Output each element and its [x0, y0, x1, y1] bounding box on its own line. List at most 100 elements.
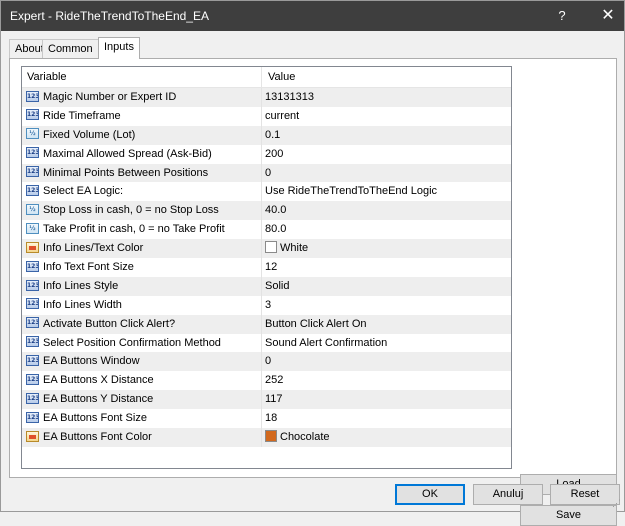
table-row[interactable]: 123 Info Lines Style Solid — [22, 276, 511, 296]
table-row[interactable]: ½ Fixed Volume (Lot) 0.1 — [22, 125, 511, 145]
value-text[interactable]: Chocolate — [280, 431, 330, 443]
value-cell[interactable]: 18 — [265, 409, 277, 428]
resize-grip-icon[interactable]: ⋰ — [611, 498, 621, 508]
variable-name: Ride Timeframe — [43, 109, 121, 122]
value-text[interactable]: 12 — [265, 261, 277, 273]
value-cell[interactable]: current — [265, 107, 299, 126]
double-icon: ½ — [26, 222, 39, 234]
column-header-variable[interactable]: Variable — [27, 71, 67, 83]
variable-cell: Info Lines/Text Color — [26, 239, 260, 258]
variable-name: Take Profit in cash, 0 = no Take Profit — [43, 223, 225, 236]
value-text[interactable]: current — [265, 110, 299, 122]
table-row[interactable]: EA Buttons Font Color Chocolate — [22, 428, 511, 447]
column-divider — [261, 314, 262, 334]
variable-cell: 123 Info Text Font Size — [26, 258, 260, 277]
variable-cell: 123 Select Position Confirmation Method — [26, 334, 260, 353]
value-cell[interactable]: Button Click Alert On — [265, 315, 367, 334]
variable-cell: 123 EA Buttons Window — [26, 352, 260, 371]
table-row[interactable]: 123 EA Buttons Window 0 — [22, 352, 511, 372]
value-cell[interactable]: 40.0 — [265, 201, 286, 220]
variable-name: Fixed Volume (Lot) — [43, 128, 136, 141]
variable-name: Maximal Allowed Spread (Ask-Bid) — [43, 147, 212, 160]
value-text[interactable]: 3 — [265, 299, 271, 311]
reset-button[interactable]: Reset — [550, 484, 620, 505]
table-row[interactable]: Info Lines/Text Color White — [22, 239, 511, 259]
value-cell[interactable]: 200 — [265, 145, 283, 164]
column-header-value[interactable]: Value — [268, 71, 295, 83]
column-divider — [261, 258, 262, 277]
value-text[interactable]: 0.1 — [265, 129, 280, 141]
table-row[interactable]: 123 Info Lines Width 3 — [22, 295, 511, 315]
table-row[interactable]: 123 Select Position Confirmation Method So… — [22, 333, 511, 353]
value-cell[interactable]: 0 — [265, 164, 271, 183]
cancel-button[interactable]: Anuluj — [473, 484, 543, 505]
value-cell[interactable]: White — [265, 239, 308, 258]
value-cell[interactable]: 12 — [265, 258, 277, 277]
title-bar[interactable]: Expert - RideTheTrendToTheEnd_EA ? ✕ — [1, 1, 624, 31]
value-cell[interactable]: 117 — [265, 390, 283, 409]
value-cell[interactable]: Sound Alert Confirmation — [265, 334, 387, 353]
table-row[interactable]: 123 Magic Number or Expert ID 13131313 — [22, 88, 511, 107]
value-cell[interactable]: 13131313 — [265, 88, 314, 107]
value-cell[interactable]: 0 — [265, 352, 271, 371]
column-divider — [261, 352, 262, 372]
column-divider — [261, 428, 262, 447]
value-text[interactable]: 117 — [265, 393, 283, 405]
variable-cell: 123 Minimal Points Between Positions — [26, 164, 260, 183]
value-text[interactable]: Sound Alert Confirmation — [265, 337, 387, 349]
int-icon: 123 — [26, 317, 39, 329]
value-text[interactable]: 40.0 — [265, 204, 286, 216]
variable-name: Select EA Logic: — [43, 185, 124, 198]
value-cell[interactable]: 252 — [265, 371, 283, 390]
value-text[interactable]: 80.0 — [265, 223, 286, 235]
table-row[interactable]: 123 Info Text Font Size 12 — [22, 258, 511, 277]
variable-cell: ½ Stop Loss in cash, 0 = no Stop Loss — [26, 201, 260, 220]
value-text[interactable]: 0 — [265, 355, 271, 367]
help-button[interactable]: ? — [539, 1, 585, 31]
expert-properties-dialog: Expert - RideTheTrendToTheEnd_EA ? ✕ Abo… — [0, 0, 625, 526]
column-divider — [261, 239, 262, 259]
value-cell[interactable]: 3 — [265, 296, 271, 315]
value-text[interactable]: Button Click Alert On — [265, 318, 367, 330]
variable-name: EA Buttons Font Size — [43, 412, 147, 425]
column-divider — [261, 409, 262, 429]
tab-inputs[interactable]: Inputs — [98, 37, 140, 59]
value-text[interactable]: Use RideTheTrendToTheEnd Logic — [265, 185, 437, 197]
value-cell[interactable]: Chocolate — [265, 428, 330, 447]
table-row[interactable]: 123 Activate Button Click Alert? Button Cl… — [22, 314, 511, 334]
table-row[interactable]: 123 Ride Timeframe current — [22, 106, 511, 126]
table-row[interactable]: ½ Stop Loss in cash, 0 = no Stop Loss 40.0 — [22, 201, 511, 221]
value-text[interactable]: 18 — [265, 412, 277, 424]
int-icon: 123 — [26, 90, 39, 102]
value-text[interactable]: 252 — [265, 374, 283, 386]
table-row[interactable]: ½ Take Profit in cash, 0 = no Take Profit… — [22, 220, 511, 240]
color-swatch[interactable] — [265, 430, 277, 443]
color-swatch[interactable] — [265, 241, 277, 254]
column-divider[interactable] — [261, 67, 262, 88]
column-divider — [261, 144, 262, 164]
int-icon: 123 — [26, 166, 39, 178]
value-text[interactable]: 13131313 — [265, 91, 314, 103]
column-divider — [261, 333, 262, 353]
value-cell[interactable]: Use RideTheTrendToTheEnd Logic — [265, 182, 437, 201]
table-row[interactable]: 123 Minimal Points Between Positions 0 — [22, 163, 511, 183]
color-icon — [26, 241, 39, 253]
value-text[interactable]: 200 — [265, 148, 283, 160]
close-button[interactable]: ✕ — [585, 1, 625, 31]
table-row[interactable]: 123 EA Buttons Font Size 18 — [22, 409, 511, 429]
table-row[interactable]: 123 Maximal Allowed Spread (Ask-Bid) 200 — [22, 144, 511, 164]
table-row[interactable]: 123 EA Buttons Y Distance 117 — [22, 390, 511, 410]
value-text[interactable]: Solid — [265, 280, 289, 292]
table-row[interactable]: 123 Select EA Logic: Use RideTheTrendToThe… — [22, 182, 511, 202]
value-cell[interactable]: 0.1 — [265, 126, 280, 145]
value-cell[interactable]: 80.0 — [265, 220, 286, 239]
ok-button[interactable]: OK — [395, 484, 465, 505]
variable-name: Info Lines/Text Color — [43, 242, 144, 255]
save-button[interactable]: Save — [520, 505, 617, 526]
value-text[interactable]: White — [280, 242, 308, 254]
tab-common[interactable]: Common — [42, 39, 99, 58]
value-cell[interactable]: Solid — [265, 277, 289, 296]
table-row[interactable]: 123 EA Buttons X Distance 252 — [22, 371, 511, 391]
value-text[interactable]: 0 — [265, 167, 271, 179]
column-divider — [261, 220, 262, 240]
